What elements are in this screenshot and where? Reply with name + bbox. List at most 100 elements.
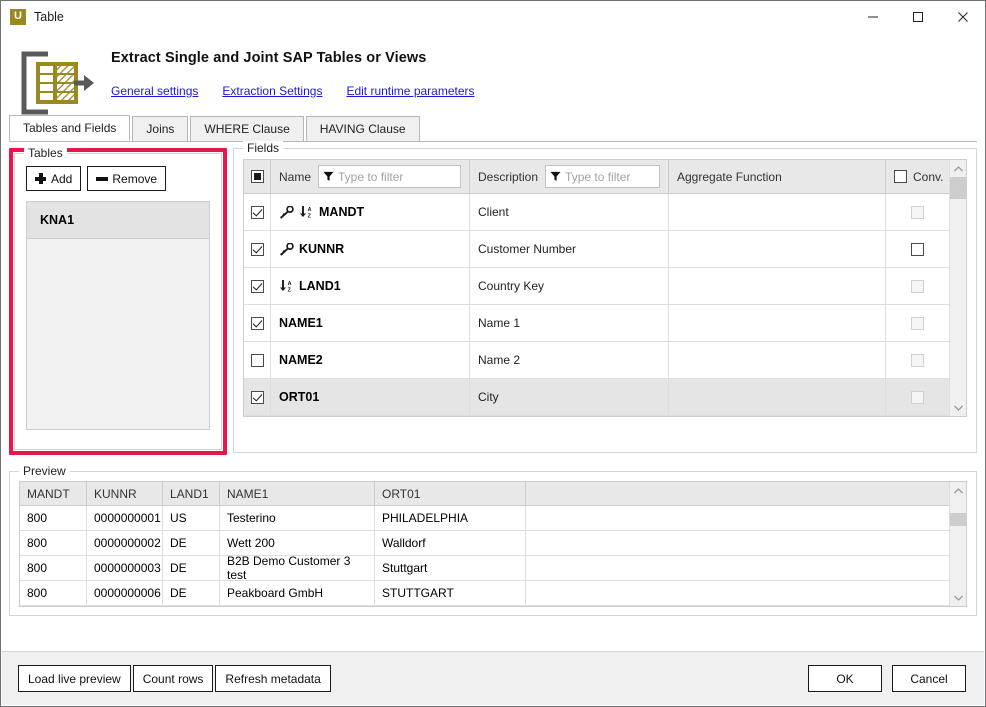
fields-scroll-track[interactable]	[949, 177, 967, 399]
header-banner: Extract Single and Joint SAP Tables or V…	[1, 32, 985, 116]
description-filter-input[interactable]: Type to filter	[545, 165, 660, 188]
row-select-checkbox[interactable]	[250, 242, 264, 256]
preview-header-row: MANDT KUNNR LAND1 NAME1 ORT01	[20, 482, 949, 506]
field-aggregate-cell[interactable]	[669, 268, 886, 304]
name-filter-input[interactable]: Type to filter	[318, 165, 461, 188]
fields-group: Fields Name Type to filter Description T…	[233, 141, 977, 453]
field-conv-cell[interactable]	[886, 268, 949, 304]
tables-list[interactable]: KNA1	[26, 201, 210, 430]
preview-column-header[interactable]: MANDT	[20, 482, 87, 505]
link-general-settings[interactable]: General settings	[111, 84, 198, 98]
column-header-conv-label: Conv.	[913, 169, 944, 184]
maximize-icon[interactable]	[895, 1, 940, 32]
preview-column-header[interactable]: KUNNR	[87, 482, 163, 505]
table-row[interactable]: 800 0000000001 US Testerino PHILADELPHIA	[20, 506, 949, 531]
tables-group: Tables Add Remove KNA1	[14, 146, 222, 450]
tab-tables-and-fields[interactable]: Tables and Fields	[9, 115, 131, 141]
sort-az-icon: AZ	[280, 280, 292, 293]
table-row[interactable]: ORT01 City	[244, 379, 949, 416]
row-select-checkbox[interactable]	[250, 390, 264, 404]
row-select-checkbox-cell[interactable]	[244, 379, 271, 415]
table-row[interactable]: 800 0000000002 DE Wett 200 Walldorf	[20, 531, 949, 556]
table-row[interactable]: 800 0000000003 DE B2B Demo Customer 3 test S…	[20, 554, 949, 582]
row-select-checkbox[interactable]	[250, 205, 264, 219]
tab-having-clause[interactable]: HAVING Clause	[305, 116, 420, 141]
preview-cell: PHILADELPHIA	[375, 506, 526, 530]
table-row[interactable]: NAME1 Name 1	[244, 305, 949, 342]
link-extraction-settings[interactable]: Extraction Settings	[222, 84, 322, 98]
ok-button[interactable]: OK	[808, 665, 882, 692]
preview-group: Preview MANDT KUNNR LAND1 NAME1 ORT01 800 000…	[9, 464, 977, 616]
title-bar: U Table	[1, 1, 985, 32]
preview-cell: 800	[20, 506, 87, 530]
preview-column-header[interactable]: LAND1	[163, 482, 220, 505]
refresh-metadata-button[interactable]: Refresh metadata	[215, 665, 331, 692]
preview-cell: DE	[163, 531, 220, 555]
column-header-conv[interactable]: Conv.	[886, 160, 949, 193]
field-conv-cell[interactable]	[886, 342, 949, 378]
field-conv-cell[interactable]	[886, 194, 949, 230]
field-conv-cell[interactable]	[886, 305, 949, 341]
preview-cell: Walldorf	[375, 531, 526, 555]
tab-where-clause[interactable]: WHERE Clause	[190, 116, 304, 141]
count-rows-button[interactable]: Count rows	[132, 665, 214, 692]
list-item[interactable]: KNA1	[27, 202, 209, 239]
field-aggregate-cell[interactable]	[669, 379, 886, 415]
primary-key-icon	[279, 205, 294, 219]
field-aggregate-cell[interactable]	[669, 342, 886, 378]
field-conv-checkbox	[911, 205, 924, 219]
tab-joins[interactable]: Joins	[132, 116, 189, 141]
preview-column-header[interactable]	[526, 482, 949, 505]
row-select-checkbox[interactable]	[250, 353, 264, 367]
select-all-checkbox-cell[interactable]	[244, 160, 271, 193]
link-edit-runtime-parameters[interactable]: Edit runtime parameters	[346, 84, 474, 98]
preview-scrollbar[interactable]	[949, 482, 967, 606]
table-row[interactable]: A Z LAND1 Country Key	[244, 268, 949, 305]
scroll-up-icon[interactable]	[950, 160, 967, 177]
preview-grid: MANDT KUNNR LAND1 NAME1 ORT01 800 0000000001 U…	[19, 481, 967, 607]
field-name-cell: ORT01	[271, 379, 470, 415]
field-name-cell: A Z MANDT	[271, 194, 470, 230]
preview-cell: Peakboard GmbH	[220, 581, 375, 605]
row-select-checkbox-cell[interactable]	[244, 342, 271, 378]
preview-cell: Stuttgart	[375, 556, 526, 580]
field-aggregate-cell[interactable]	[669, 305, 886, 341]
table-row[interactable]: KUNNR Customer Number	[244, 231, 949, 268]
row-select-checkbox-cell[interactable]	[244, 194, 271, 230]
preview-cell: 0000000002	[87, 531, 163, 555]
field-conv-cell[interactable]	[886, 231, 949, 267]
close-icon[interactable]	[940, 1, 985, 32]
preview-scroll-thumb[interactable]	[949, 513, 967, 526]
conv-select-all-checkbox[interactable]	[894, 170, 907, 183]
table-row[interactable]: NAME2 Name 2	[244, 342, 949, 379]
tables-panel-highlight: Tables Add Remove KNA1	[9, 146, 227, 455]
add-table-button[interactable]: Add	[26, 166, 82, 191]
scroll-down-icon[interactable]	[950, 589, 967, 606]
cancel-button[interactable]: Cancel	[892, 665, 966, 692]
table-row[interactable]: 800 0000000006 DE Peakboard GmbH STUTTGART	[20, 581, 949, 606]
load-live-preview-button[interactable]: Load live preview	[18, 665, 131, 692]
preview-column-header[interactable]: ORT01	[375, 482, 526, 505]
preview-column-header[interactable]: NAME1	[220, 482, 375, 505]
field-description-cell: Client	[470, 194, 669, 230]
row-select-checkbox[interactable]	[250, 279, 264, 293]
row-select-checkbox-cell[interactable]	[244, 305, 271, 341]
row-select-checkbox-cell[interactable]	[244, 268, 271, 304]
minus-icon	[96, 173, 109, 184]
table-row[interactable]: A Z MANDT Client	[244, 194, 949, 231]
field-conv-cell[interactable]	[886, 379, 949, 415]
scroll-up-icon[interactable]	[950, 482, 967, 499]
field-conv-checkbox[interactable]	[911, 242, 924, 256]
field-aggregate-cell[interactable]	[669, 194, 886, 230]
fields-scroll-thumb[interactable]	[949, 177, 967, 199]
field-aggregate-cell[interactable]	[669, 231, 886, 267]
fields-scrollbar[interactable]	[949, 160, 967, 416]
select-all-checkbox[interactable]	[250, 170, 264, 183]
minimize-icon[interactable]	[850, 1, 895, 32]
row-select-checkbox-cell[interactable]	[244, 231, 271, 267]
filter-icon	[323, 171, 334, 181]
remove-table-button[interactable]: Remove	[87, 166, 167, 191]
preview-scroll-track[interactable]	[949, 499, 967, 589]
scroll-down-icon[interactable]	[950, 399, 967, 416]
row-select-checkbox[interactable]	[250, 316, 264, 330]
